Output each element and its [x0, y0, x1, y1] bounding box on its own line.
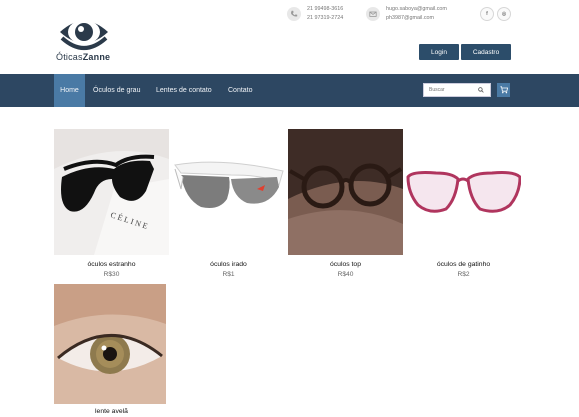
phone-icon [287, 7, 301, 21]
phone-contact: 21 99498-3616 21 97319-2724 [287, 5, 343, 23]
brand-name-suffix: Zanne [82, 52, 111, 62]
instagram-glyph: ◎ [501, 11, 507, 17]
product-price: R$1 [222, 271, 235, 278]
product-name[interactable]: óculos irado [171, 261, 286, 268]
register-button[interactable]: Cadastro [461, 44, 511, 60]
product-card[interactable]: óculos top R$40 [288, 129, 403, 278]
product-name[interactable]: óculos top [288, 261, 403, 268]
product-card[interactable]: óculos irado R$1 [171, 129, 286, 278]
email-contact: hugo.saboya@gmail.com ph3987@gmail.com [366, 5, 447, 23]
search-box [423, 83, 491, 97]
instagram-icon[interactable]: ◎ [497, 7, 511, 21]
email-address-1: hugo.saboya@gmail.com [386, 6, 447, 12]
product-image-contact-lens[interactable] [54, 284, 169, 404]
product-card[interactable]: CÉLINE óculos estranho R$30 [54, 129, 169, 278]
nav-item-lentes-de-contato[interactable]: Lentes de contato [156, 74, 212, 107]
nav-item-oculos-de-grau[interactable]: Óculos de grau [93, 74, 140, 107]
product-image-sunglasses[interactable]: CÉLINE [54, 129, 169, 255]
product-card[interactable]: óculos de gatinho R$2 [406, 129, 521, 278]
product-card[interactable]: lente avelã [54, 284, 169, 415]
search-input[interactable] [424, 87, 474, 93]
cart-icon [499, 86, 508, 94]
brand-name[interactable]: ÓticasZanne [56, 52, 110, 62]
product-image-cat-eye-glasses[interactable] [406, 129, 521, 255]
nav-item-home[interactable]: Home [54, 74, 85, 107]
product-price: R$40 [337, 271, 354, 278]
search-icon[interactable] [478, 87, 484, 93]
product-price: R$30 [103, 271, 120, 278]
nav-item-contato[interactable]: Contato [228, 74, 253, 107]
facebook-glyph: f [486, 11, 488, 17]
product-image-sport-sunglasses[interactable] [171, 129, 286, 255]
login-button[interactable]: Login [419, 44, 459, 60]
product-name[interactable]: óculos estranho [54, 261, 169, 268]
product-image-round-glasses[interactable] [288, 129, 403, 255]
product-name[interactable]: lente avelã [54, 408, 169, 415]
brand-name-prefix: Óticas [56, 52, 83, 62]
facebook-icon[interactable]: f [480, 7, 494, 21]
product-price: R$2 [457, 271, 470, 278]
product-name[interactable]: óculos de gatinho [406, 261, 521, 268]
phone-number-2: 21 97319-2724 [307, 15, 344, 21]
main-navbar: Home Óculos de grau Lentes de contato Co… [0, 74, 579, 107]
email-address-2: ph3987@gmail.com [386, 15, 435, 21]
email-icon [366, 7, 380, 21]
phone-number-1: 21 99498-3616 [307, 6, 344, 12]
cart-button[interactable] [497, 83, 510, 97]
